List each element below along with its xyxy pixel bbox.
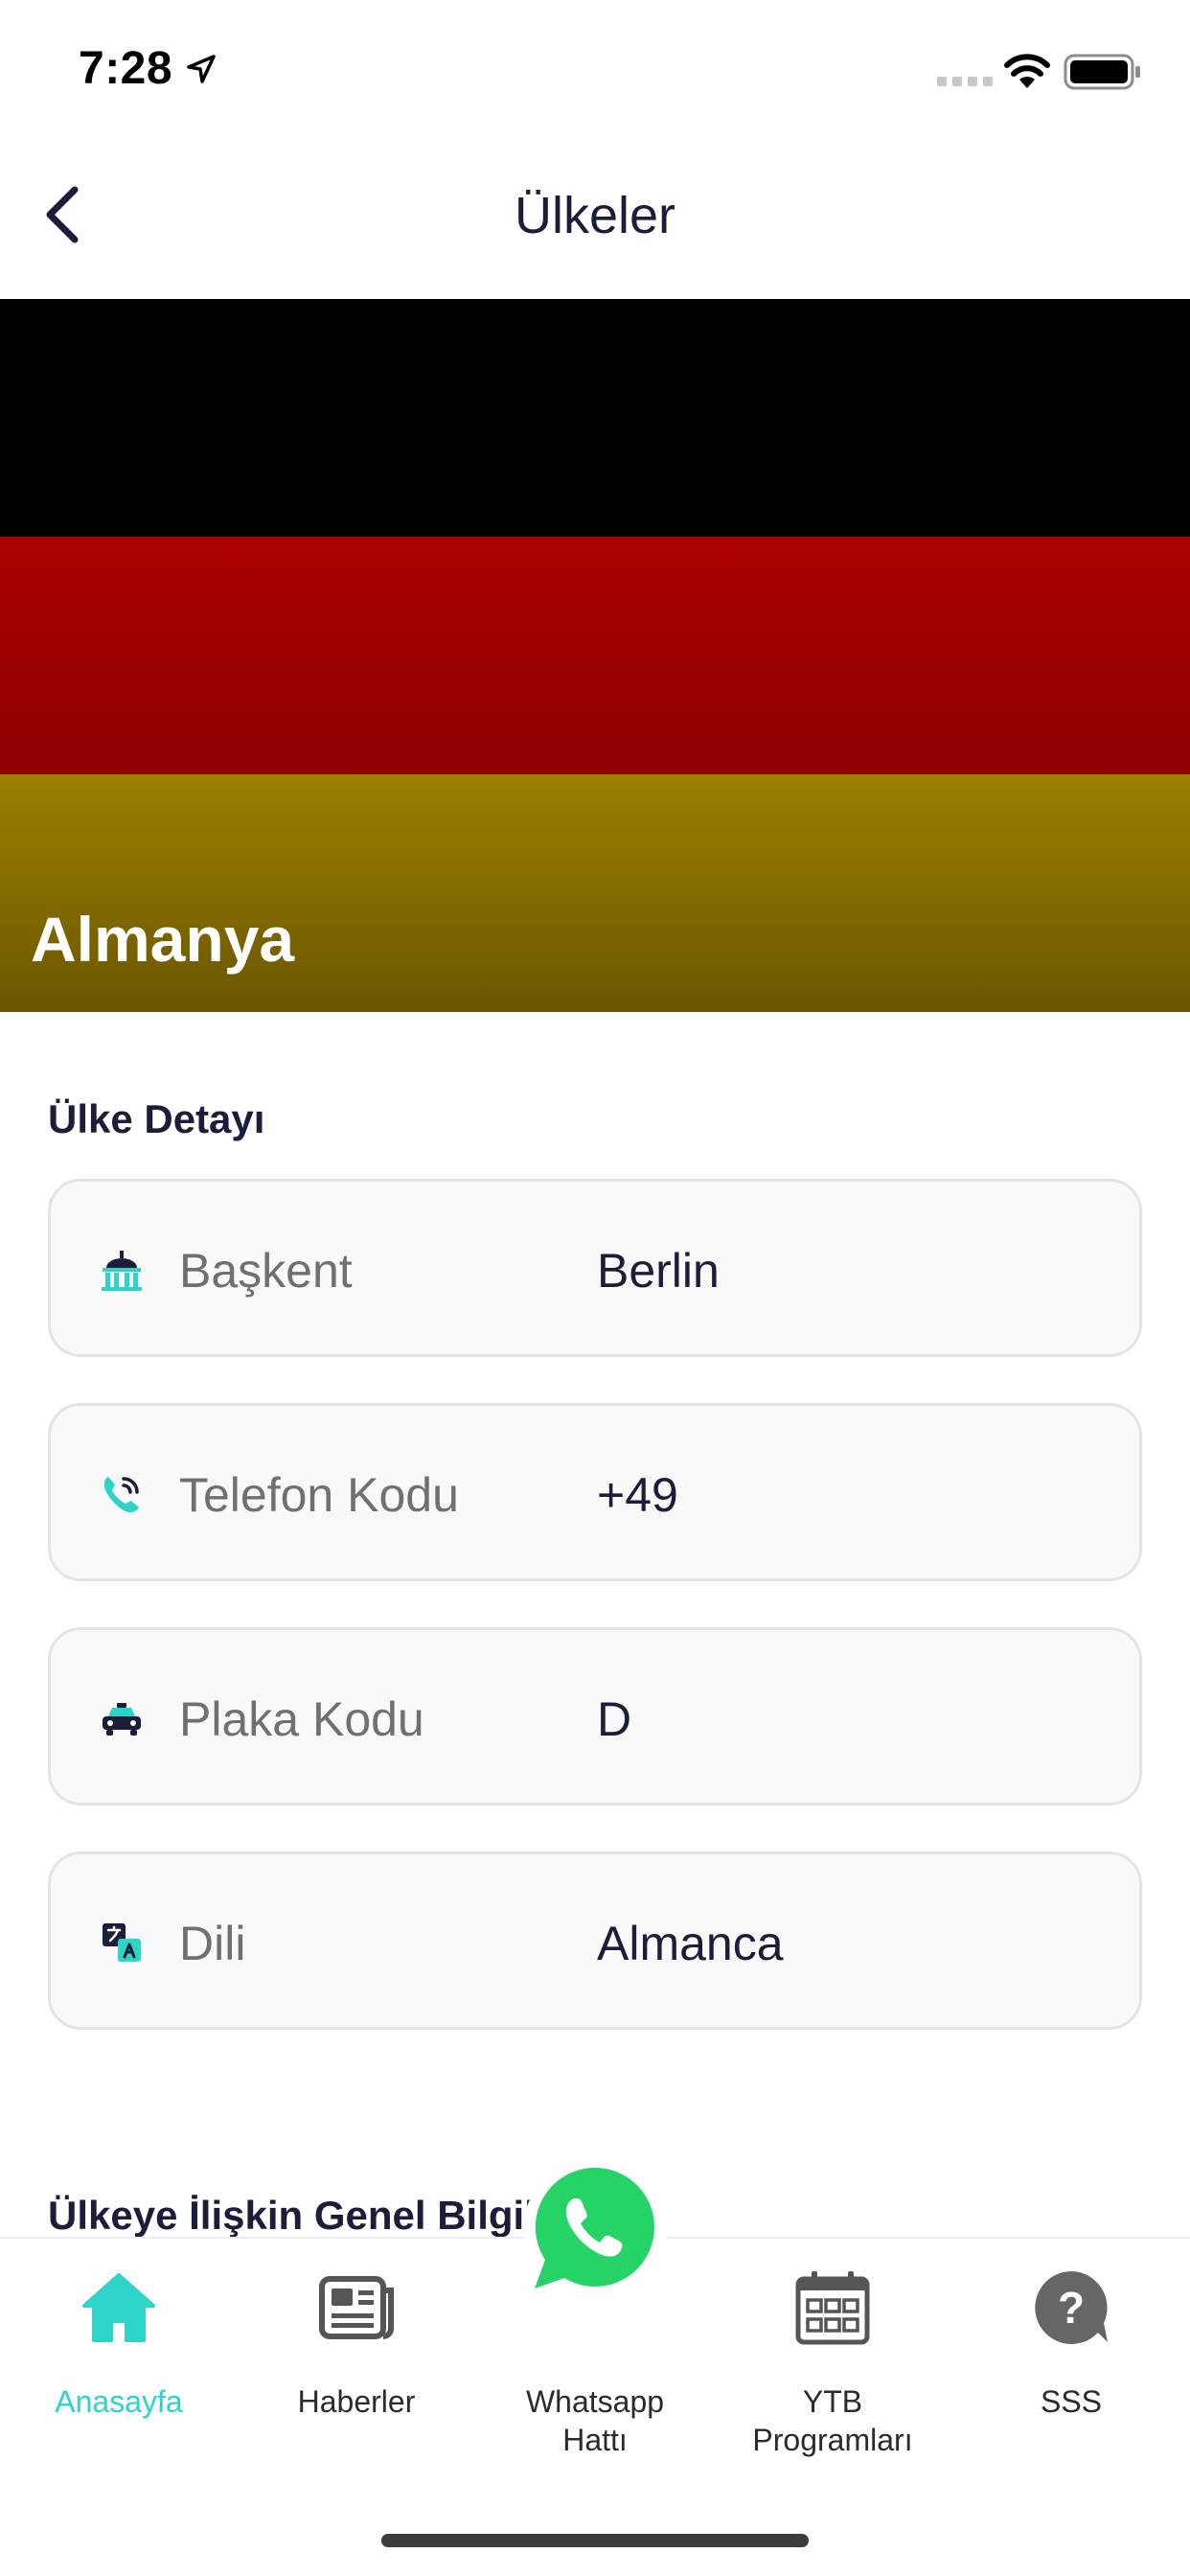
translate-icon xyxy=(103,1923,141,1962)
tab-label: YTB Programları xyxy=(752,2384,913,2457)
detail-card-plate-code: Plaka Kodu D xyxy=(48,1627,1142,1806)
detail-label: Telefon Kodu xyxy=(179,1468,459,1522)
detail-card-language: Dili Almanca xyxy=(48,1852,1142,2030)
svg-text:?: ? xyxy=(1058,2283,1085,2333)
location-arrow-icon xyxy=(187,55,216,83)
question-bubble-icon: ? xyxy=(1035,2271,1108,2344)
home-indicator xyxy=(381,2534,809,2547)
details-section-title: Ülke Detayı xyxy=(48,1096,265,1141)
flag-stripe-gold xyxy=(0,774,1190,1012)
tab-ytb-programlari[interactable]: YTB Programları xyxy=(714,2239,951,2517)
page-title: Ülkeler xyxy=(514,187,676,244)
country-name: Almanya xyxy=(31,904,295,975)
detail-card-phone-code: Telefon Kodu +49 xyxy=(48,1403,1142,1581)
detail-value: D xyxy=(597,1692,632,1746)
whatsapp-button[interactable] xyxy=(523,2158,667,2302)
flag-stripe-red xyxy=(0,537,1190,774)
phone-call-icon xyxy=(103,1477,139,1513)
navigation-bar: Ülkeler xyxy=(0,134,1190,299)
tab-anasayfa[interactable]: Anasayfa xyxy=(0,2239,238,2517)
flag-stripe-black xyxy=(0,299,1190,537)
newspaper-icon xyxy=(319,2276,394,2339)
cellular-signal-icon xyxy=(937,77,993,86)
detail-value: +49 xyxy=(597,1468,678,1522)
detail-value: Berlin xyxy=(597,1244,720,1298)
wifi-icon xyxy=(1004,54,1050,88)
tab-label: Whatsapp Hattı xyxy=(525,2384,665,2457)
tab-label: Anasayfa xyxy=(55,2384,183,2419)
tab-haberler[interactable]: Haberler xyxy=(238,2239,475,2517)
calendar-icon xyxy=(795,2271,870,2345)
detail-label: Plaka Kodu xyxy=(179,1692,424,1746)
detail-value: Almanca xyxy=(597,1917,784,1970)
whatsapp-icon xyxy=(532,2165,658,2291)
detail-card-capital: Başkent Berlin xyxy=(48,1179,1142,1357)
capitol-building-icon xyxy=(102,1251,142,1291)
tab-label: SSS xyxy=(1040,2384,1103,2419)
detail-label: Dili xyxy=(179,1917,246,1970)
car-icon xyxy=(103,1703,141,1736)
detail-label: Başkent xyxy=(179,1244,353,1298)
tab-sss[interactable]: ? SSS xyxy=(952,2239,1190,2517)
status-time: 7:28 xyxy=(79,43,173,94)
status-bar: 7:28 xyxy=(0,0,1190,134)
general-info-section-title: Ülkeye İlişkin Genel Bilgiler xyxy=(48,2193,574,2238)
country-flag-banner: Almanya xyxy=(0,299,1190,1012)
home-icon xyxy=(82,2273,155,2342)
tab-label: Haberler xyxy=(297,2384,416,2419)
battery-icon xyxy=(1064,54,1140,90)
